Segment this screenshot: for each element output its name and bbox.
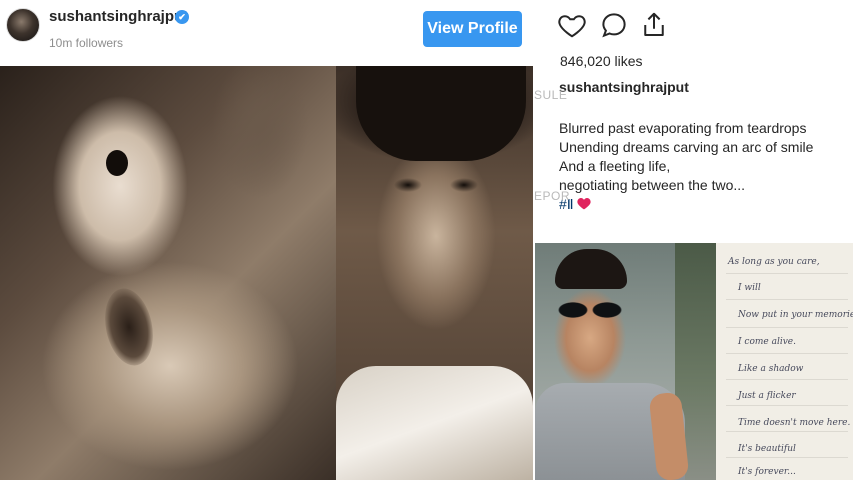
note-rule — [726, 327, 848, 328]
likes-count[interactable]: 846,020 likes — [560, 53, 643, 69]
inset-image: As long as you care, I will Now put in y… — [535, 243, 853, 480]
followers-count: 10m followers — [49, 36, 124, 50]
note-line: It's beautiful — [738, 444, 796, 454]
inset-photo-sunglasses — [535, 243, 716, 480]
heart-icon[interactable] — [557, 10, 587, 40]
note-line: I come alive. — [738, 337, 796, 347]
note-rule — [726, 457, 848, 458]
note-rule — [726, 431, 848, 432]
caption-line: And a fleeting life, — [559, 158, 671, 174]
avatar[interactable] — [6, 8, 40, 42]
sunglasses-icon — [557, 302, 623, 318]
photo-detail-eye — [98, 284, 160, 370]
comment-icon[interactable] — [599, 10, 629, 40]
note-line: I will — [738, 283, 761, 293]
view-profile-button[interactable]: View Profile — [423, 11, 522, 47]
username[interactable]: sushantsinghrajput — [49, 8, 188, 25]
note-line: Time doesn't move here. — [738, 418, 851, 428]
caption-username[interactable]: sushantsinghrajput — [559, 79, 689, 95]
verified-badge-icon: ✔ — [175, 10, 189, 24]
post-media-panel: sushantsinghrajput ✔ 10m followers View … — [0, 0, 533, 480]
caption-line: Unending dreams carving an arc of smile — [559, 139, 814, 155]
portrait-photo — [336, 66, 533, 480]
share-icon[interactable] — [639, 10, 669, 40]
note-rule — [726, 379, 848, 380]
closeup-photo — [0, 66, 336, 480]
red-heart-icon — [577, 196, 591, 210]
note-rule — [726, 299, 848, 300]
note-line: Like a shadow — [738, 364, 804, 374]
watermark-text: SULE — [534, 88, 568, 102]
note-line: As long as you care, — [728, 257, 820, 267]
watermark-text: EPOR — [534, 189, 571, 203]
portrait-eyes — [388, 178, 484, 192]
caption-line: negotiating between the two... — [559, 177, 746, 193]
hashtag-row: #Ⅱ — [559, 195, 849, 214]
portrait-hair — [356, 66, 526, 161]
photo-detail-mole — [106, 150, 128, 176]
note-rule — [726, 353, 848, 354]
post-image[interactable] — [0, 66, 533, 480]
note-rule — [726, 273, 848, 274]
note-line: Just a flicker — [738, 391, 796, 401]
handwritten-note: As long as you care, I will Now put in y… — [716, 243, 853, 480]
caption-text: Blurred past evaporating from teardrops … — [559, 119, 849, 214]
inset-hair — [555, 249, 627, 289]
caption-line: Blurred past evaporating from teardrops — [559, 120, 807, 136]
profile-header: sushantsinghrajput ✔ 10m followers View … — [0, 0, 533, 66]
note-line: Now put in your memories — [738, 310, 853, 320]
note-rule — [726, 405, 848, 406]
note-line: It's forever... — [738, 467, 796, 477]
portrait-shirt — [336, 366, 533, 480]
